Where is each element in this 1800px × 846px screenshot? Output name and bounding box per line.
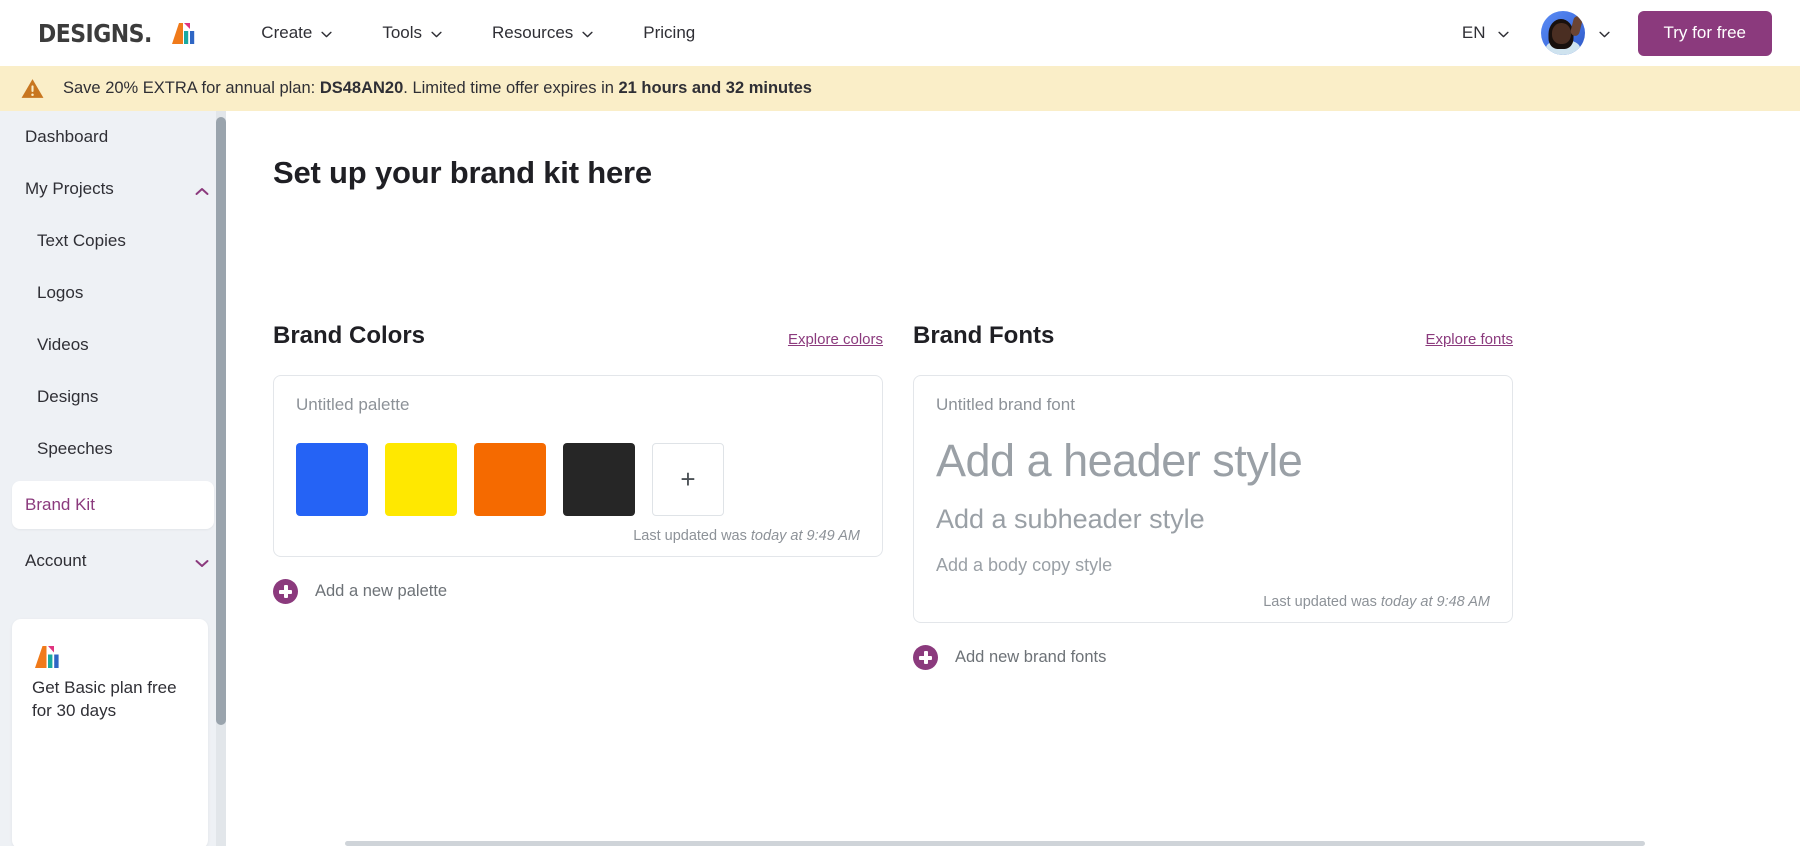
explore-fonts-link[interactable]: Explore fonts xyxy=(1425,331,1513,350)
chevron-down-icon xyxy=(321,31,332,38)
blue-swatch[interactable] xyxy=(296,443,368,516)
sidebar-item-brand-kit[interactable]: Brand Kit xyxy=(12,481,214,529)
last-updated-prefix: Last updated was xyxy=(1263,594,1381,610)
page-title: Set up your brand kit here xyxy=(273,155,652,191)
brand-font-card: Untitled brand font Add a header style A… xyxy=(913,375,1513,623)
nav-right-cluster: EN Try for free xyxy=(1444,11,1772,56)
nav-item-label: Create xyxy=(261,23,312,43)
palette-last-updated: Last updated was today at 9:49 AM xyxy=(633,528,860,544)
chevron-down-icon xyxy=(195,559,206,566)
sidebar-item-speeches[interactable]: Speeches xyxy=(0,423,226,475)
try-for-free-button[interactable]: Try for free xyxy=(1638,11,1773,56)
promo-banner-text: Save 20% EXTRA for annual plan: DS48AN20… xyxy=(63,79,812,98)
plus-circle-icon xyxy=(913,645,938,670)
swatch-list: + xyxy=(296,443,860,516)
promo-code: DS48AN20 xyxy=(320,79,403,97)
sidebar-item-label: Dashboard xyxy=(25,127,206,147)
sidebar-item-designs[interactable]: Designs xyxy=(0,371,226,423)
sidebar-scrollbar-thumb[interactable] xyxy=(216,117,226,725)
sidebar-item-dashboard[interactable]: Dashboard xyxy=(0,111,226,163)
sidebar-item-label: Designs xyxy=(37,387,206,407)
palette-name[interactable]: Untitled palette xyxy=(296,395,860,415)
brand-fonts-section: Brand Fonts Explore fonts Untitled brand… xyxy=(913,316,1513,670)
promo-prefix: Save 20% EXTRA for annual plan: xyxy=(63,79,320,97)
promo-banner: Save 20% EXTRA for annual plan: DS48AN20… xyxy=(0,66,1800,111)
sidebar-item-label: Account xyxy=(25,551,195,571)
sidebar: Dashboard My Projects Text Copies Logos … xyxy=(0,111,226,846)
ai-logo-icon xyxy=(168,18,198,48)
nav-item-pricing[interactable]: Pricing xyxy=(618,0,720,66)
nav-item-tools[interactable]: Tools xyxy=(357,0,467,66)
header-style-placeholder[interactable]: Add a header style xyxy=(936,437,1490,484)
upgrade-card-line1: Get Basic plan free xyxy=(32,677,188,700)
sidebar-item-label: Brand Kit xyxy=(25,495,194,515)
sidebar-item-label: Text Copies xyxy=(37,231,206,251)
language-selector[interactable]: EN xyxy=(1444,23,1527,43)
sidebar-item-text-copies[interactable]: Text Copies xyxy=(0,215,226,267)
brand-fonts-header: Brand Fonts Explore fonts xyxy=(913,316,1513,350)
nav-item-resources[interactable]: Resources xyxy=(467,0,618,66)
nav-item-label: Tools xyxy=(382,23,422,43)
logo-wordmark: DESIGNS. xyxy=(38,19,152,48)
fonts-last-updated: Last updated was today at 9:48 AM xyxy=(1263,594,1490,610)
main-content: Set up your brand kit here Brand Colors … xyxy=(226,111,1800,846)
sidebar-upgrade-card[interactable]: Get Basic plan free for 30 days xyxy=(12,619,208,846)
body-style-placeholder[interactable]: Add a body copy style xyxy=(936,555,1490,576)
nav-item-create[interactable]: Create xyxy=(236,0,357,66)
chevron-down-icon xyxy=(582,31,593,38)
dark-swatch[interactable] xyxy=(563,443,635,516)
subheader-style-placeholder[interactable]: Add a subheader style xyxy=(936,504,1490,535)
palette-card: Untitled palette + Last updated was toda… xyxy=(273,375,883,557)
ai-logo-icon xyxy=(32,659,62,676)
add-new-palette-label: Add a new palette xyxy=(315,582,447,601)
sidebar-item-videos[interactable]: Videos xyxy=(0,319,226,371)
last-updated-time: today at 9:48 AM xyxy=(1381,594,1490,610)
brand-colors-section: Brand Colors Explore colors Untitled pal… xyxy=(273,316,883,604)
add-new-brand-fonts-button[interactable]: Add new brand fonts xyxy=(913,645,1513,670)
promo-countdown: 21 hours and 32 minutes xyxy=(619,79,812,97)
sidebar-item-my-projects[interactable]: My Projects xyxy=(0,163,226,215)
chevron-down-icon xyxy=(1498,31,1509,38)
sidebar-item-label: My Projects xyxy=(25,179,195,199)
chevron-up-icon xyxy=(195,187,206,194)
nav-item-label: Resources xyxy=(492,23,573,43)
last-updated-prefix: Last updated was xyxy=(633,528,751,544)
explore-colors-link[interactable]: Explore colors xyxy=(788,331,883,350)
last-updated-time: today at 9:49 AM xyxy=(751,528,860,544)
sidebar-item-account[interactable]: Account xyxy=(0,535,226,587)
section-title: Brand Fonts xyxy=(913,322,1054,350)
section-title: Brand Colors xyxy=(273,322,425,350)
add-new-brand-fonts-label: Add new brand fonts xyxy=(955,648,1106,667)
sidebar-item-label: Speeches xyxy=(37,439,206,459)
warning-triangle-icon xyxy=(20,76,45,101)
chevron-down-icon xyxy=(431,31,442,38)
top-navigation-bar: DESIGNS. Create Tools Resources xyxy=(0,0,1800,66)
add-new-palette-button[interactable]: Add a new palette xyxy=(273,579,883,604)
chevron-down-icon xyxy=(1599,31,1610,38)
sidebar-item-logos[interactable]: Logos xyxy=(0,267,226,319)
yellow-swatch[interactable] xyxy=(385,443,457,516)
sidebar-item-label: Logos xyxy=(37,283,206,303)
primary-nav-items: Create Tools Resources Pricing xyxy=(236,0,720,66)
horizontal-scrollbar-thumb[interactable] xyxy=(345,841,1645,846)
brand-colors-header: Brand Colors Explore colors xyxy=(273,316,883,350)
avatar xyxy=(1541,11,1585,55)
site-logo[interactable]: DESIGNS. xyxy=(38,16,198,50)
orange-swatch[interactable] xyxy=(474,443,546,516)
user-menu[interactable] xyxy=(1527,11,1624,55)
upgrade-card-line2: for 30 days xyxy=(32,700,188,723)
horizontal-scrollbar-track[interactable] xyxy=(0,840,1800,846)
language-label: EN xyxy=(1462,23,1486,43)
nav-item-label: Pricing xyxy=(643,23,695,43)
sidebar-item-label: Videos xyxy=(37,335,206,355)
promo-middle: . Limited time offer expires in xyxy=(403,79,618,97)
plus-circle-icon xyxy=(273,579,298,604)
brand-font-name[interactable]: Untitled brand font xyxy=(936,395,1490,415)
add-swatch-button[interactable]: + xyxy=(652,443,724,516)
